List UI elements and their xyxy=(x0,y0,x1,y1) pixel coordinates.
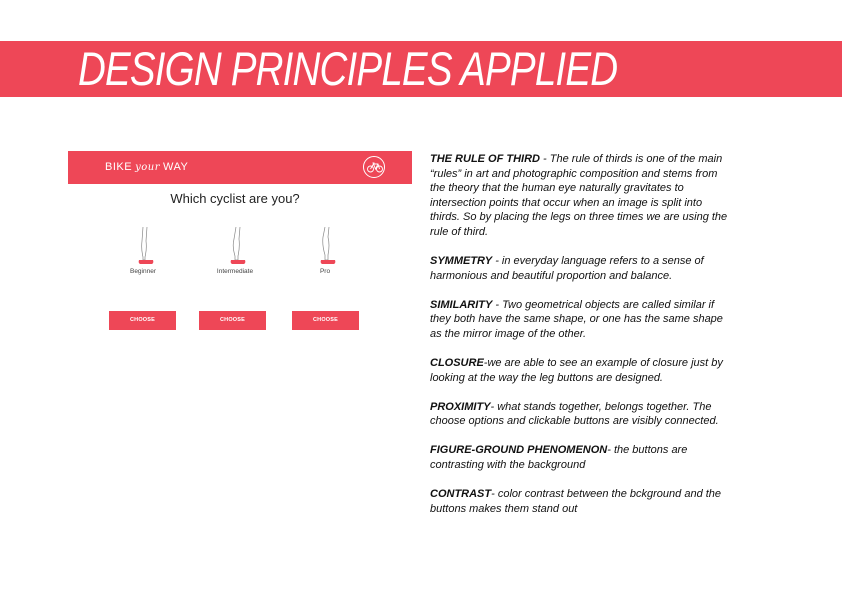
leg-icon xyxy=(320,227,336,264)
choose-beginner-button[interactable]: CHOOSE xyxy=(109,311,176,330)
principle-term: SIMILARITY xyxy=(430,298,493,311)
principle-figure-ground: FIGURE-GROUND PHENOMENON- the buttons ar… xyxy=(430,443,730,472)
principle-term: CLOSURE xyxy=(430,357,484,370)
app-mockup: BIKE your WAY Which cyclist are you? Begin… xyxy=(68,151,412,341)
option-label: Pro xyxy=(319,268,331,275)
principle-symmetry: SYMMETRY - in everyday language refers t… xyxy=(430,254,730,283)
option-label: Intermediate xyxy=(216,268,254,275)
principle-term: PROXIMITY xyxy=(430,400,491,413)
bicycle-icon[interactable] xyxy=(363,156,385,178)
choose-pro-button[interactable]: CHOOSE xyxy=(292,311,359,330)
leg-icon xyxy=(230,227,246,264)
principle-term: THE RULE OF THIRD xyxy=(430,153,540,165)
app-header: BIKE your WAY xyxy=(68,151,412,184)
principle-rule-of-third: THE RULE OF THIRD - The rule of thirds i… xyxy=(430,152,730,240)
brand-script: your xyxy=(135,162,160,173)
principle-similarity: SIMILARITY - Two geometrical objects are… xyxy=(430,298,730,342)
brand-right: WAY xyxy=(162,161,189,173)
principles-list: THE RULE OF THIRD - The rule of thirds i… xyxy=(430,152,730,531)
principle-term: CONTRAST xyxy=(430,488,492,501)
principle-term: FIGURE-GROUND PHENOMENON xyxy=(430,444,608,457)
leg-icon xyxy=(138,227,154,264)
brand-left: BIKE xyxy=(105,161,133,173)
page-title: DESIGN PRINCIPLES APPLIED xyxy=(78,42,618,95)
title-banner: DESIGN PRINCIPLES APPLIED xyxy=(0,41,842,97)
choose-intermediate-button[interactable]: CHOOSE xyxy=(199,311,266,330)
question-heading: Which cyclist are you? xyxy=(170,191,300,206)
principle-term: SYMMETRY xyxy=(430,255,493,268)
principle-closure: CLOSURE-we are able to see an example of… xyxy=(430,356,730,385)
app-brand: BIKE your WAY xyxy=(105,151,188,184)
option-label: Beginner xyxy=(129,268,157,275)
principle-contrast: CONTRAST- color contrast between the bck… xyxy=(430,487,730,516)
principle-proximity: PROXIMITY- what stands together, belongs… xyxy=(430,400,730,429)
principle-text: - The rule of thirds is one of the main … xyxy=(430,153,728,238)
